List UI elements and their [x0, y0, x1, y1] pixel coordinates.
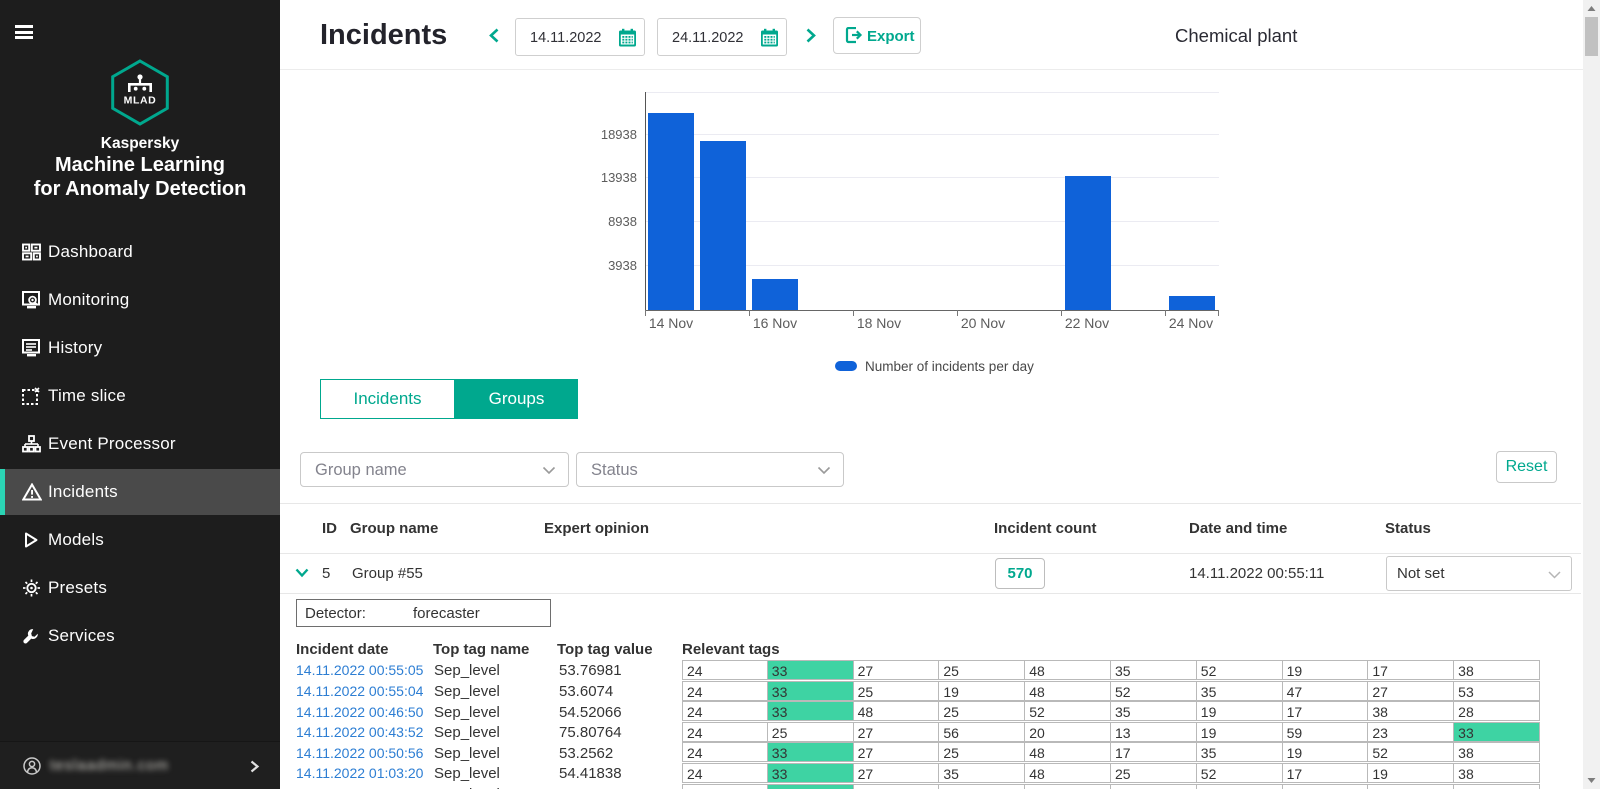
svg-text:MLAD: MLAD — [124, 95, 157, 107]
